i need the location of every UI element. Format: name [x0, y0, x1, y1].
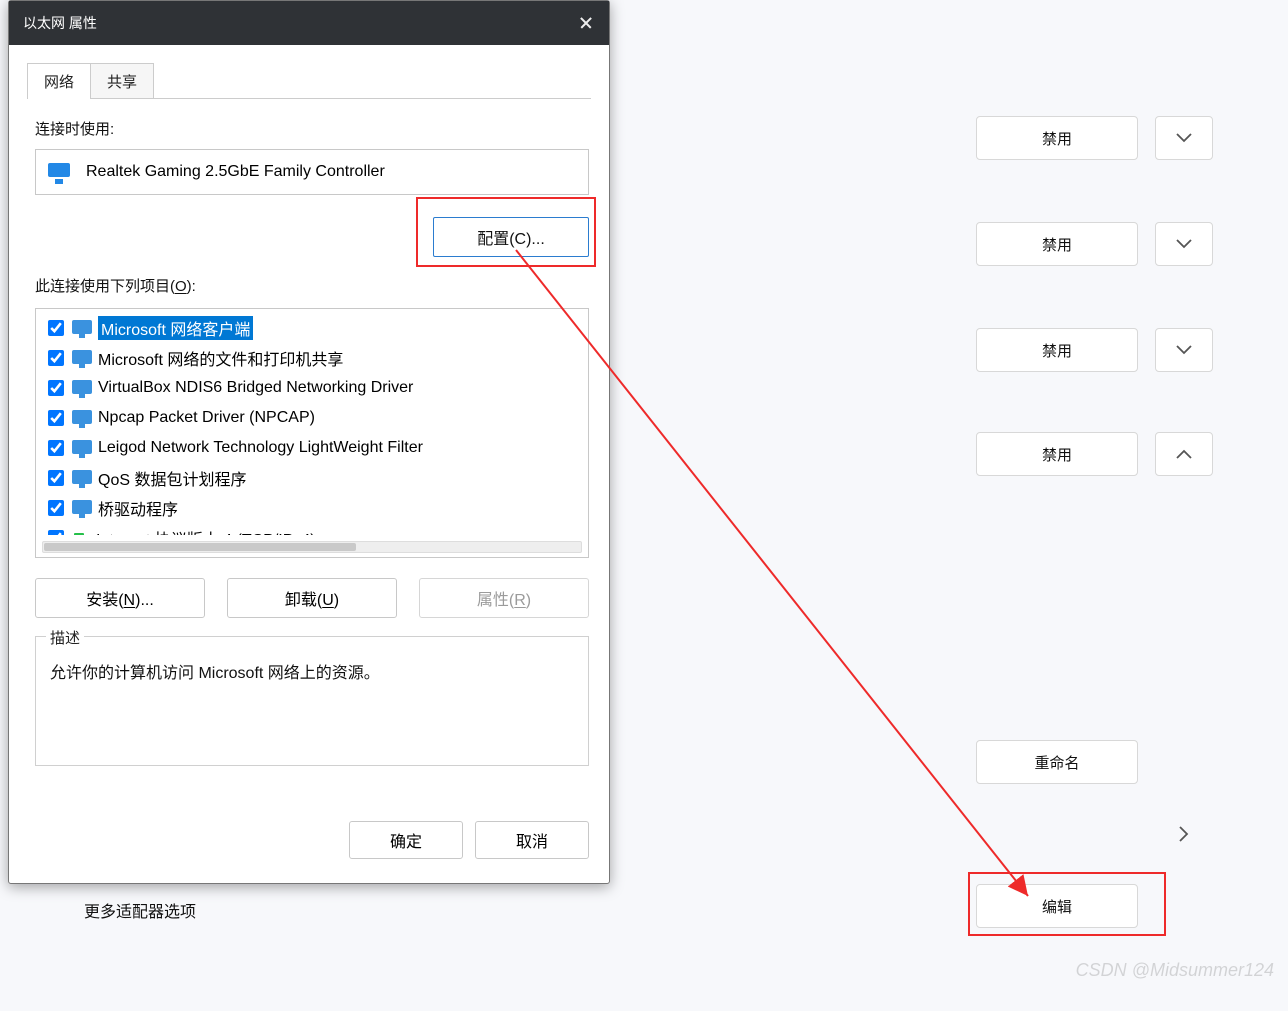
network-item-checkbox[interactable]: [48, 350, 64, 366]
tab-bar: 网络 共享: [9, 45, 609, 99]
network-service-icon: [72, 499, 92, 517]
chevron-right-button[interactable]: [1155, 812, 1213, 856]
install-button[interactable]: 安装(N)...: [35, 578, 205, 618]
disable-button-3-label: 禁用: [1042, 340, 1072, 361]
expand-toggle-4[interactable]: [1155, 432, 1213, 476]
horizontal-scrollbar[interactable]: [42, 541, 582, 553]
network-item-row[interactable]: QoS 数据包计划程序: [44, 463, 588, 493]
network-item-label: Npcap Packet Driver (NPCAP): [98, 409, 315, 427]
disable-button-4-label: 禁用: [1042, 444, 1072, 465]
connect-using-label: 连接时使用:: [35, 121, 114, 138]
network-item-checkbox[interactable]: [48, 530, 64, 535]
network-item-row[interactable]: Microsoft 网络客户端: [44, 313, 588, 343]
watermark: CSDN @Midsummer124: [1076, 960, 1274, 981]
network-item-label: Microsoft 网络的文件和打印机共享: [98, 346, 343, 370]
network-item-checkbox[interactable]: [48, 380, 64, 396]
disable-button-2[interactable]: 禁用: [976, 222, 1138, 266]
network-service-icon: [72, 469, 92, 487]
network-item-label: Microsoft 网络客户端: [98, 316, 253, 340]
rename-button-label: 重命名: [1034, 752, 1079, 773]
cancel-button[interactable]: 取消: [475, 821, 589, 859]
configure-button[interactable]: 配置(C)...: [433, 217, 589, 257]
network-service-icon: [72, 349, 92, 367]
uninstall-button-label: 卸载(U): [285, 586, 339, 610]
description-text: 允许你的计算机访问 Microsoft 网络上的资源。: [50, 659, 574, 683]
network-item-row[interactable]: VirtualBox NDIS6 Bridged Networking Driv…: [44, 373, 588, 403]
network-item-checkbox[interactable]: [48, 440, 64, 456]
ok-button-label: 确定: [390, 828, 422, 852]
disable-button-2-label: 禁用: [1042, 234, 1072, 255]
disable-button-4[interactable]: 禁用: [976, 432, 1138, 476]
network-item-checkbox[interactable]: [48, 500, 64, 516]
network-service-icon: [72, 439, 92, 457]
ethernet-properties-dialog: 以太网 属性 网络 共享 连接时使用: Realtek Gaming 2.5Gb…: [8, 0, 610, 884]
tab-network-label: 网络: [44, 71, 74, 92]
chevron-up-icon: [1176, 449, 1192, 459]
dialog-titlebar: 以太网 属性: [9, 1, 609, 45]
expand-toggle-3[interactable]: [1155, 328, 1213, 372]
disable-button-1[interactable]: 禁用: [976, 116, 1138, 160]
network-item-row[interactable]: Internet 协议版本 4 (TCP/IPv4): [44, 523, 588, 535]
network-items-list: Microsoft 网络客户端 Microsoft 网络的文件和打印机共享 Virt…: [35, 308, 589, 558]
dialog-title: 以太网 属性: [23, 13, 97, 33]
properties-button-label: 属性(R): [477, 586, 531, 610]
ok-button[interactable]: 确定: [349, 821, 463, 859]
network-item-checkbox[interactable]: [48, 470, 64, 486]
description-fieldset: 描述 允许你的计算机访问 Microsoft 网络上的资源。: [35, 636, 589, 766]
uninstall-button[interactable]: 卸载(U): [227, 578, 397, 618]
disable-button-1-label: 禁用: [1042, 128, 1072, 149]
network-item-row[interactable]: Npcap Packet Driver (NPCAP): [44, 403, 588, 433]
network-item-label: Internet 协议版本 4 (TCP/IPv4): [96, 526, 316, 535]
tab-network[interactable]: 网络: [27, 63, 91, 99]
network-service-icon: [72, 409, 92, 427]
items-label: 此连接使用下列项目(O):: [35, 275, 589, 296]
dialog-footer: 确定 取消: [9, 813, 609, 883]
close-icon: [579, 16, 593, 30]
disable-button-3[interactable]: 禁用: [976, 328, 1138, 372]
dialog-body: 连接时使用: Realtek Gaming 2.5GbE Family Cont…: [9, 100, 609, 813]
network-item-row[interactable]: Microsoft 网络的文件和打印机共享: [44, 343, 588, 373]
properties-button: 属性(R): [419, 578, 589, 618]
network-item-label: VirtualBox NDIS6 Bridged Networking Driv…: [98, 379, 413, 397]
close-button[interactable]: [563, 1, 609, 45]
tab-sharing-label: 共享: [107, 71, 137, 92]
edit-button-label: 编辑: [1042, 896, 1072, 917]
edit-button[interactable]: 编辑: [976, 884, 1138, 928]
adapter-name: Realtek Gaming 2.5GbE Family Controller: [86, 163, 385, 181]
description-legend: 描述: [46, 627, 84, 648]
expand-toggle-1[interactable]: [1155, 116, 1213, 160]
configure-button-label: 配置(C)...: [477, 225, 545, 249]
protocol-icon: [74, 533, 84, 535]
more-adapter-options-label: 更多适配器选项: [84, 898, 196, 922]
network-item-label: Leigod Network Technology LightWeight Fi…: [98, 439, 423, 457]
network-item-row[interactable]: 桥驱动程序: [44, 493, 588, 523]
network-item-label: 桥驱动程序: [98, 496, 178, 520]
chevron-down-icon: [1176, 133, 1192, 143]
cancel-button-label: 取消: [516, 828, 548, 852]
adapter-box[interactable]: Realtek Gaming 2.5GbE Family Controller: [35, 149, 589, 195]
rename-button[interactable]: 重命名: [976, 740, 1138, 784]
network-item-label: QoS 数据包计划程序: [98, 466, 246, 490]
network-adapter-icon: [48, 163, 70, 181]
chevron-down-icon: [1176, 345, 1192, 355]
network-service-icon: [72, 319, 92, 337]
network-service-icon: [72, 379, 92, 397]
chevron-right-icon: [1179, 826, 1189, 842]
network-item-row[interactable]: Leigod Network Technology LightWeight Fi…: [44, 433, 588, 463]
network-item-checkbox[interactable]: [48, 320, 64, 336]
network-item-checkbox[interactable]: [48, 410, 64, 426]
expand-toggle-2[interactable]: [1155, 222, 1213, 266]
chevron-down-icon: [1176, 239, 1192, 249]
tab-sharing[interactable]: 共享: [90, 63, 154, 99]
install-button-label: 安装(N)...: [86, 586, 154, 610]
